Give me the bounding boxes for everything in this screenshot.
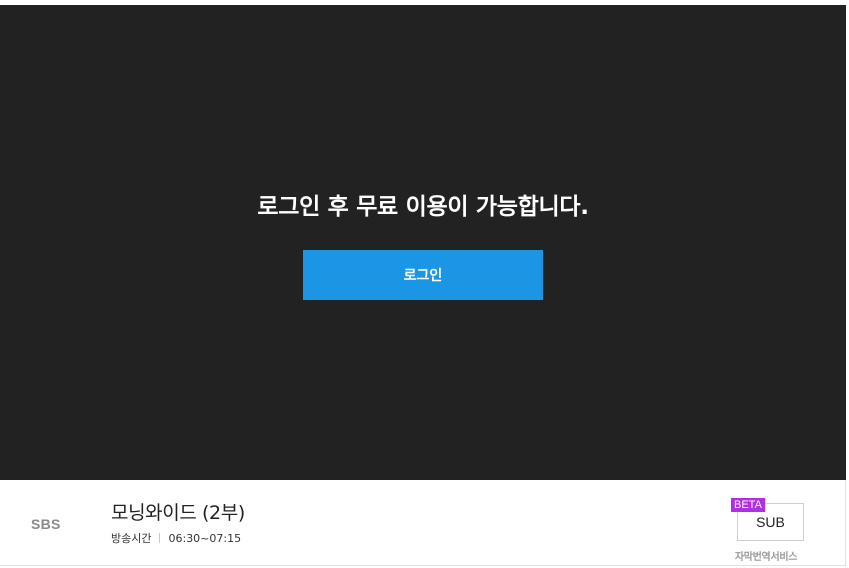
program-info-bar: SBS 모닝와이드 (2부) 방송시간 06:30~07:15 BETA SUB…	[0, 480, 846, 566]
airtime: 방송시간 06:30~07:15	[111, 530, 241, 546]
page: 로그인 후 무료 이용이 가능합니다. 로그인 SBS 모닝와이드 (2부) 방…	[0, 0, 849, 568]
airtime-label: 방송시간	[111, 532, 152, 545]
beta-badge: BETA	[731, 498, 765, 512]
login-required-message: 로그인 후 무료 이용이 가능합니다.	[257, 194, 589, 220]
video-player: 로그인 후 무료 이용이 가능합니다. 로그인	[0, 5, 846, 480]
subtitle-service-caption: 자막번역서비스	[734, 552, 798, 563]
login-button[interactable]: 로그인	[303, 250, 543, 300]
airtime-value: 06:30~07:15	[168, 531, 242, 545]
subtitle-service: BETA SUB 자막번역서비스	[726, 498, 806, 563]
channel-logo: SBS	[31, 516, 61, 532]
program-title: 모닝와이드 (2부)	[111, 502, 245, 524]
airtime-divider	[159, 533, 161, 543]
